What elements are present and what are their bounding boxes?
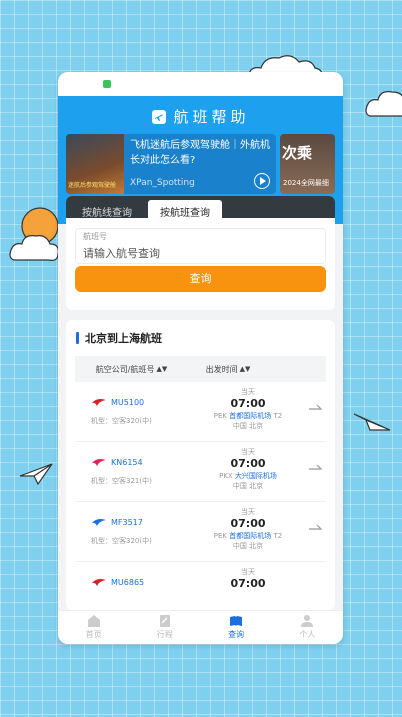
sun-cloud-icon bbox=[9, 207, 59, 261]
table-row[interactable]: MU6865 当天 07:00 bbox=[75, 562, 326, 610]
next-card-subtitle: 2024全网最细 bbox=[283, 179, 329, 187]
tab-by-flight[interactable]: 按航班查询 bbox=[148, 200, 222, 219]
airline-info: MU5100 bbox=[91, 397, 188, 407]
airline-logo-icon bbox=[92, 579, 106, 586]
flight-number: KN6154 bbox=[111, 457, 143, 467]
sort-icon: ▲▼ bbox=[156, 365, 168, 373]
departure-time: 07:00 bbox=[230, 397, 266, 410]
flight-rows: MU5100 机型：空客320(中) 当天 07:00 PEK 首都国际机场 T2 中国 … bbox=[75, 382, 326, 610]
paper-plane-icon bbox=[19, 463, 53, 486]
table-row[interactable]: KN6154 机型：空客321(中) 当天 07:00 PKX 大兴国际机场 中国 北京 bbox=[75, 442, 326, 502]
departure-day: 当天 bbox=[241, 568, 255, 576]
airline-info: KN6154 bbox=[91, 457, 188, 467]
flight-number: MF3517 bbox=[111, 517, 143, 527]
arrow-icon bbox=[309, 404, 322, 410]
notification-icon bbox=[103, 80, 111, 88]
flight-number: MU5100 bbox=[111, 397, 145, 407]
airline-info: MU6865 bbox=[91, 577, 188, 587]
terminal: T2 bbox=[273, 412, 283, 420]
airline-logo-icon bbox=[92, 399, 106, 406]
departure-cell: 当天 07:00 PKX 大兴国际机场 中国 北京 bbox=[188, 442, 308, 501]
aircraft-model: 机型：空客320(中) bbox=[91, 417, 152, 425]
video-thumbnail[interactable]: 迷航后参观驾驶舱 bbox=[66, 134, 124, 194]
airport-code: PKX bbox=[219, 472, 233, 480]
sort-by-airline[interactable]: 航空公司/航班号 ▲▼ bbox=[75, 364, 188, 375]
status-bar bbox=[58, 72, 343, 96]
airline-cell: MF3517 机型：空客320(中) bbox=[75, 502, 188, 561]
video-card-next[interactable]: 次乘 2024全网最细 bbox=[280, 134, 335, 194]
departure-time: 07:00 bbox=[230, 517, 266, 530]
departure-day: 当天 bbox=[241, 448, 255, 456]
plane-icon bbox=[152, 109, 167, 124]
paper-plane-icon bbox=[353, 413, 391, 431]
flight-number-input[interactable] bbox=[83, 247, 318, 260]
book-icon bbox=[230, 616, 243, 626]
nav-trips[interactable]: 行程 bbox=[129, 611, 200, 644]
video-banner[interactable]: 迷航后参观驾驶舱 飞机迷航后参观驾驶舱｜外航机长对此怎么看? XPan_Spot… bbox=[66, 134, 335, 194]
thumbnail-caption: 迷航后参观驾驶舱 bbox=[68, 182, 117, 189]
flight-number-field[interactable]: 航班号 bbox=[75, 228, 326, 264]
tab-by-route[interactable]: 按航线查询 bbox=[70, 200, 144, 219]
airline-cell: MU6865 bbox=[75, 562, 188, 610]
table-row[interactable]: MU5100 机型：空客320(中) 当天 07:00 PEK 首都国际机场 T2 中国 … bbox=[75, 382, 326, 442]
nav-profile[interactable]: 个人 bbox=[272, 611, 343, 644]
cloud-icon bbox=[365, 91, 402, 117]
departure-city: 中国 北京 bbox=[232, 542, 264, 550]
airport-name: 首都国际机场 bbox=[229, 412, 272, 420]
departure-cell: 当天 07:00 bbox=[188, 562, 308, 610]
departure-day: 当天 bbox=[241, 508, 255, 516]
airport-name: 大兴国际机场 bbox=[234, 472, 277, 480]
video-source: XPan_Spotting bbox=[130, 178, 195, 188]
departure-day: 当天 bbox=[241, 388, 255, 396]
search-tabs: 按航线查询 按航班查询 bbox=[66, 196, 335, 219]
departure-airport: PEK 首都国际机场 T2 bbox=[188, 531, 308, 541]
departure-time: 07:00 bbox=[230, 577, 266, 590]
aircraft-model: 机型：空客320(中) bbox=[91, 537, 152, 545]
list-title: 北京到上海航班 bbox=[66, 320, 335, 356]
user-icon bbox=[301, 615, 314, 627]
arrow-icon bbox=[309, 524, 322, 530]
airline-cell: KN6154 机型：空客321(中) bbox=[75, 442, 188, 501]
video-card[interactable]: 迷航后参观驾驶舱 飞机迷航后参观驾驶舱｜外航机长对此怎么看? XPan_Spot… bbox=[66, 134, 276, 194]
departure-cell: 当天 07:00 PEK 首都国际机场 T2 中国 北京 bbox=[188, 502, 308, 561]
departure-city: 中国 北京 bbox=[232, 482, 264, 490]
phone-screen: 航班帮助 迷航后参观驾驶舱 飞机迷航后参观驾驶舱｜外航机长对此怎么看? XPan… bbox=[58, 72, 343, 644]
terminal: T2 bbox=[273, 532, 283, 540]
departure-city: 中国 北京 bbox=[232, 422, 264, 430]
query-button[interactable]: 查询 bbox=[75, 266, 326, 292]
home-icon bbox=[87, 615, 100, 627]
airport-name: 首都国际机场 bbox=[229, 532, 272, 540]
airline-info: MF3517 bbox=[91, 517, 188, 527]
departure-airport: PEK 首都国际机场 T2 bbox=[188, 411, 308, 421]
sort-icon: ▲▼ bbox=[239, 365, 251, 373]
aircraft-model: 机型：空客321(中) bbox=[91, 477, 152, 485]
play-icon[interactable] bbox=[254, 173, 270, 189]
sort-by-time[interactable]: 出发时间 ▲▼ bbox=[188, 364, 268, 375]
departure-cell: 当天 07:00 PEK 首都国际机场 T2 中国 北京 bbox=[188, 382, 308, 441]
nav-home[interactable]: 首页 bbox=[58, 611, 129, 644]
search-card: 按航线查询 按航班查询 航班号 查询 bbox=[66, 196, 335, 310]
arrow-icon bbox=[309, 464, 322, 470]
airline-logo-icon bbox=[92, 459, 106, 466]
airport-code: PEK bbox=[213, 412, 228, 420]
next-card-title: 次乘 bbox=[282, 144, 313, 162]
page-title: 航班帮助 bbox=[58, 106, 343, 127]
table-row[interactable]: MF3517 机型：空客320(中) 当天 07:00 PEK 首都国际机场 T2 中国 … bbox=[75, 502, 326, 562]
flight-number: MU6865 bbox=[111, 577, 145, 587]
airline-logo-icon bbox=[92, 519, 106, 526]
bottom-nav: 首页 行程 查询 个人 bbox=[58, 610, 343, 644]
airport-code: PEK bbox=[213, 532, 228, 540]
airline-cell: MU5100 机型：空客320(中) bbox=[75, 382, 188, 441]
trips-icon bbox=[159, 615, 170, 627]
departure-airport: PKX 大兴国际机场 bbox=[188, 471, 308, 481]
nav-search[interactable]: 查询 bbox=[201, 611, 272, 644]
table-header: 航空公司/航班号 ▲▼ 出发时间 ▲▼ bbox=[75, 356, 326, 382]
departure-time: 07:00 bbox=[230, 457, 266, 470]
field-label: 航班号 bbox=[83, 232, 107, 241]
flight-list-card: 北京到上海航班 航空公司/航班号 ▲▼ 出发时间 ▲▼ MU5100 机型：空客320… bbox=[66, 320, 335, 610]
